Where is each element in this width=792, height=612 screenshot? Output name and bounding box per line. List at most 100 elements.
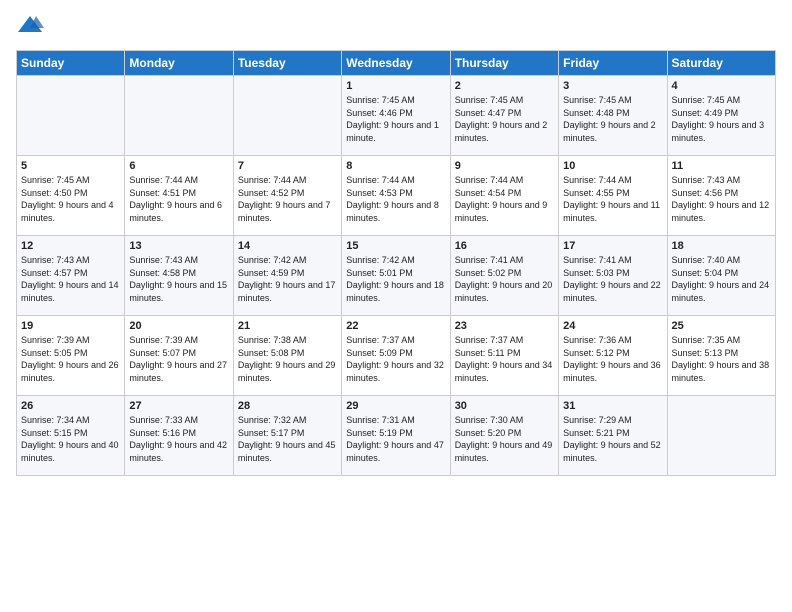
- day-info: Sunrise: 7:43 AM Sunset: 4:57 PM Dayligh…: [21, 254, 120, 304]
- day-number: 1: [346, 80, 445, 92]
- day-info: Sunrise: 7:39 AM Sunset: 5:05 PM Dayligh…: [21, 334, 120, 384]
- day-cell: 28 Sunrise: 7:32 AM Sunset: 5:17 PM Dayli…: [233, 396, 341, 476]
- day-number: 6: [129, 160, 228, 172]
- day-number: 18: [672, 240, 771, 252]
- day-number: 20: [129, 320, 228, 332]
- weekday-header-thursday: Thursday: [450, 51, 558, 76]
- day-number: 3: [563, 80, 662, 92]
- day-cell: 16 Sunrise: 7:41 AM Sunset: 5:02 PM Dayli…: [450, 236, 558, 316]
- day-number: 21: [238, 320, 337, 332]
- day-cell: [667, 396, 775, 476]
- day-number: 24: [563, 320, 662, 332]
- day-cell: 21 Sunrise: 7:38 AM Sunset: 5:08 PM Dayli…: [233, 316, 341, 396]
- calendar-table: SundayMondayTuesdayWednesdayThursdayFrid…: [16, 50, 776, 476]
- week-row-4: 19 Sunrise: 7:39 AM Sunset: 5:05 PM Dayli…: [17, 316, 776, 396]
- day-cell: 5 Sunrise: 7:45 AM Sunset: 4:50 PM Daylig…: [17, 156, 125, 236]
- day-number: 27: [129, 400, 228, 412]
- day-info: Sunrise: 7:37 AM Sunset: 5:11 PM Dayligh…: [455, 334, 554, 384]
- day-info: Sunrise: 7:31 AM Sunset: 5:19 PM Dayligh…: [346, 414, 445, 464]
- day-info: Sunrise: 7:35 AM Sunset: 5:13 PM Dayligh…: [672, 334, 771, 384]
- day-info: Sunrise: 7:45 AM Sunset: 4:50 PM Dayligh…: [21, 174, 120, 224]
- logo: [16, 12, 48, 40]
- day-number: 13: [129, 240, 228, 252]
- day-cell: 23 Sunrise: 7:37 AM Sunset: 5:11 PM Dayli…: [450, 316, 558, 396]
- day-number: 4: [672, 80, 771, 92]
- weekday-header-saturday: Saturday: [667, 51, 775, 76]
- week-row-5: 26 Sunrise: 7:34 AM Sunset: 5:15 PM Dayli…: [17, 396, 776, 476]
- day-info: Sunrise: 7:45 AM Sunset: 4:48 PM Dayligh…: [563, 94, 662, 144]
- day-number: 26: [21, 400, 120, 412]
- day-number: 25: [672, 320, 771, 332]
- day-info: Sunrise: 7:42 AM Sunset: 4:59 PM Dayligh…: [238, 254, 337, 304]
- day-cell: 2Sunrise: 7:45 AM Sunset: 4:47 PM Daylig…: [450, 76, 558, 156]
- day-cell: 27 Sunrise: 7:33 AM Sunset: 5:16 PM Dayli…: [125, 396, 233, 476]
- day-info: Sunrise: 7:40 AM Sunset: 5:04 PM Dayligh…: [672, 254, 771, 304]
- day-number: 29: [346, 400, 445, 412]
- day-cell: 15Sunrise: 7:42 AM Sunset: 5:01 PM Dayli…: [342, 236, 450, 316]
- day-info: Sunrise: 7:43 AM Sunset: 4:58 PM Dayligh…: [129, 254, 228, 304]
- day-number: 11: [672, 160, 771, 172]
- day-number: 2: [455, 80, 554, 92]
- day-cell: 25 Sunrise: 7:35 AM Sunset: 5:13 PM Dayli…: [667, 316, 775, 396]
- day-info: Sunrise: 7:32 AM Sunset: 5:17 PM Dayligh…: [238, 414, 337, 464]
- week-row-3: 12 Sunrise: 7:43 AM Sunset: 4:57 PM Dayli…: [17, 236, 776, 316]
- day-info: Sunrise: 7:44 AM Sunset: 4:52 PM Dayligh…: [238, 174, 337, 224]
- day-cell: 24 Sunrise: 7:36 AM Sunset: 5:12 PM Dayli…: [559, 316, 667, 396]
- day-info: Sunrise: 7:44 AM Sunset: 4:55 PM Dayligh…: [563, 174, 662, 224]
- day-info: Sunrise: 7:30 AM Sunset: 5:20 PM Dayligh…: [455, 414, 554, 464]
- day-cell: 20Sunrise: 7:39 AM Sunset: 5:07 PM Dayli…: [125, 316, 233, 396]
- day-number: 12: [21, 240, 120, 252]
- day-cell: [233, 76, 341, 156]
- day-number: 31: [563, 400, 662, 412]
- day-info: Sunrise: 7:33 AM Sunset: 5:16 PM Dayligh…: [129, 414, 228, 464]
- day-info: Sunrise: 7:41 AM Sunset: 5:02 PM Dayligh…: [455, 254, 554, 304]
- day-info: Sunrise: 7:34 AM Sunset: 5:15 PM Dayligh…: [21, 414, 120, 464]
- day-cell: 7 Sunrise: 7:44 AM Sunset: 4:52 PM Daylig…: [233, 156, 341, 236]
- day-cell: 13 Sunrise: 7:43 AM Sunset: 4:58 PM Dayli…: [125, 236, 233, 316]
- day-info: Sunrise: 7:36 AM Sunset: 5:12 PM Dayligh…: [563, 334, 662, 384]
- header: [16, 12, 776, 40]
- day-info: Sunrise: 7:44 AM Sunset: 4:53 PM Dayligh…: [346, 174, 445, 224]
- day-info: Sunrise: 7:45 AM Sunset: 4:46 PM Dayligh…: [346, 94, 445, 144]
- day-cell: 18 Sunrise: 7:40 AM Sunset: 5:04 PM Dayli…: [667, 236, 775, 316]
- day-info: Sunrise: 7:29 AM Sunset: 5:21 PM Dayligh…: [563, 414, 662, 464]
- day-info: Sunrise: 7:38 AM Sunset: 5:08 PM Dayligh…: [238, 334, 337, 384]
- day-number: 7: [238, 160, 337, 172]
- day-info: Sunrise: 7:43 AM Sunset: 4:56 PM Dayligh…: [672, 174, 771, 224]
- day-number: 5: [21, 160, 120, 172]
- day-cell: 10 Sunrise: 7:44 AM Sunset: 4:55 PM Dayli…: [559, 156, 667, 236]
- day-cell: 1 Sunrise: 7:45 AM Sunset: 4:46 PM Daylig…: [342, 76, 450, 156]
- day-cell: 9Sunrise: 7:44 AM Sunset: 4:54 PM Daylig…: [450, 156, 558, 236]
- day-cell: 22 Sunrise: 7:37 AM Sunset: 5:09 PM Dayli…: [342, 316, 450, 396]
- day-cell: 8 Sunrise: 7:44 AM Sunset: 4:53 PM Daylig…: [342, 156, 450, 236]
- logo-icon: [16, 12, 44, 40]
- day-number: 19: [21, 320, 120, 332]
- day-cell: 4Sunrise: 7:45 AM Sunset: 4:49 PM Daylig…: [667, 76, 775, 156]
- day-number: 8: [346, 160, 445, 172]
- day-number: 10: [563, 160, 662, 172]
- day-cell: 19 Sunrise: 7:39 AM Sunset: 5:05 PM Dayli…: [17, 316, 125, 396]
- day-number: 14: [238, 240, 337, 252]
- day-cell: 31 Sunrise: 7:29 AM Sunset: 5:21 PM Dayli…: [559, 396, 667, 476]
- day-number: 22: [346, 320, 445, 332]
- weekday-header-friday: Friday: [559, 51, 667, 76]
- day-number: 28: [238, 400, 337, 412]
- day-number: 16: [455, 240, 554, 252]
- weekday-header-wednesday: Wednesday: [342, 51, 450, 76]
- day-info: Sunrise: 7:44 AM Sunset: 4:51 PM Dayligh…: [129, 174, 228, 224]
- day-number: 23: [455, 320, 554, 332]
- day-cell: 17 Sunrise: 7:41 AM Sunset: 5:03 PM Dayli…: [559, 236, 667, 316]
- day-info: Sunrise: 7:41 AM Sunset: 5:03 PM Dayligh…: [563, 254, 662, 304]
- day-cell: 12 Sunrise: 7:43 AM Sunset: 4:57 PM Dayli…: [17, 236, 125, 316]
- day-cell: 29 Sunrise: 7:31 AM Sunset: 5:19 PM Dayli…: [342, 396, 450, 476]
- day-number: 30: [455, 400, 554, 412]
- day-cell: 3 Sunrise: 7:45 AM Sunset: 4:48 PM Daylig…: [559, 76, 667, 156]
- day-number: 17: [563, 240, 662, 252]
- day-cell: 26 Sunrise: 7:34 AM Sunset: 5:15 PM Dayli…: [17, 396, 125, 476]
- day-number: 9: [455, 160, 554, 172]
- day-cell: 30 Sunrise: 7:30 AM Sunset: 5:20 PM Dayli…: [450, 396, 558, 476]
- day-info: Sunrise: 7:37 AM Sunset: 5:09 PM Dayligh…: [346, 334, 445, 384]
- day-number: 15: [346, 240, 445, 252]
- weekday-header-tuesday: Tuesday: [233, 51, 341, 76]
- day-cell: 6 Sunrise: 7:44 AM Sunset: 4:51 PM Daylig…: [125, 156, 233, 236]
